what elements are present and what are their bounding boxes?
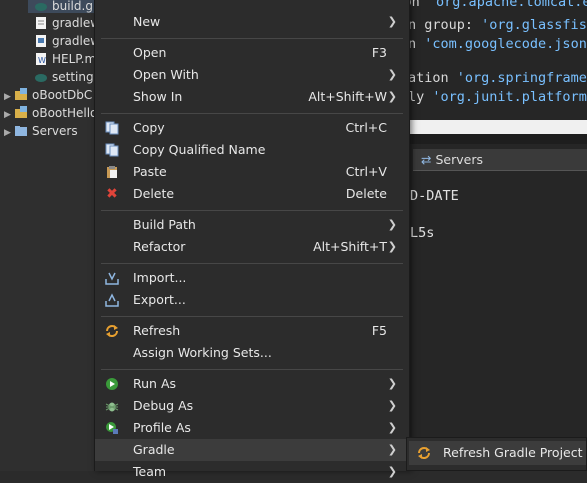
menu-item-delete[interactable]: ✖ Delete Delete [95,183,409,205]
console-line: D-DATE [410,188,459,204]
delete-icon: ✖ [106,186,118,202]
menu-item-import[interactable]: Import... [95,267,409,289]
tree-item-servers[interactable]: ▶ Servers [4,122,78,140]
menu-item-copy[interactable]: Copy Ctrl+C [95,117,409,139]
tree-item-gradlew-bat[interactable]: gradlew [34,32,100,50]
copy-icon [105,143,119,157]
menu-item-paste[interactable]: Paste Ctrl+V [95,161,409,183]
submenu-arrow-icon: ❯ [387,443,397,456]
run-icon [106,378,118,390]
code-line: ly 'org.junit.platform [408,89,587,105]
gradle-submenu: Refresh Gradle Project [406,437,587,471]
import-icon [105,272,119,285]
menu-item-copy-qualified-name[interactable]: Copy Qualified Name [95,139,409,161]
menu-item-run-as[interactable]: Run As ❯ [95,373,409,395]
menu-separator [101,38,403,39]
code-line: ation 'org.springframe [408,70,587,86]
tree-item-help-md[interactable]: W HELP.m [34,50,96,68]
submenu-arrow-icon: ❯ [387,90,397,103]
servers-icon: ⇄ [421,152,432,167]
submenu-arrow-icon: ❯ [387,377,397,390]
submenu-arrow-icon: ❯ [387,15,397,28]
menu-separator [101,316,403,317]
menu-item-team[interactable]: Team ❯ [95,461,409,483]
context-menu: New ❯ Open F3 Open With ❯ Show In Alt+Sh… [94,0,410,479]
menu-item-open-with[interactable]: Open With ❯ [95,64,409,86]
refresh-gradle-icon [418,447,430,459]
expand-arrow-icon[interactable]: ▶ [4,124,14,142]
debug-icon [105,402,119,412]
gradle-elephant-icon [35,3,47,11]
menu-item-debug-as[interactable]: Debug As ❯ [95,395,409,417]
submenu-arrow-icon: ❯ [387,465,397,478]
menu-separator [101,369,403,370]
copy-icon [105,121,119,135]
submenu-arrow-icon: ❯ [387,68,397,81]
menu-item-build-path[interactable]: Build Path ❯ [95,214,409,236]
profile-icon [106,422,118,434]
menu-item-refresh[interactable]: Refresh F5 [95,320,409,342]
menu-item-show-in[interactable]: Show In Alt+Shift+W ❯ [95,86,409,108]
menu-separator [101,263,403,264]
tab-servers[interactable]: ⇄ Servers [413,149,587,171]
word-doc-icon: W [36,53,46,65]
menu-item-new[interactable]: New ❯ [95,11,409,33]
file-icon [36,35,46,47]
submenu-item-label: Refresh Gradle Project [443,445,583,460]
menu-item-open[interactable]: Open F3 [95,42,409,64]
tree-item-gradlew[interactable]: gradlew [34,14,100,32]
project-icon [15,106,27,118]
tree-item-obootdbc[interactable]: ▶ oBootDbC [4,86,92,104]
menu-item-assign-working-sets[interactable]: Assign Working Sets... [95,342,409,364]
submenu-arrow-icon: ❯ [387,218,397,231]
project-icon [15,88,27,100]
code-line: n 'com.googlecode.json [408,36,587,52]
menu-separator [101,113,403,114]
tree-item-settings-gradle[interactable]: settings [34,68,100,86]
file-icon [36,17,46,29]
refresh-icon [106,325,118,337]
submenu-arrow-icon: ❯ [387,399,397,412]
gradle-elephant-icon [35,74,47,82]
menu-separator [101,210,403,211]
submenu-arrow-icon: ❯ [387,421,397,434]
menu-item-export[interactable]: Export... [95,289,409,311]
menu-item-refactor[interactable]: Refactor Alt+Shift+T ❯ [95,236,409,258]
menu-item-gradle[interactable]: Gradle ❯ [95,439,409,461]
tree-item-oboothello[interactable]: ▶ oBootHello [4,104,97,122]
svg-text:W: W [38,56,46,65]
console-line: L5s [410,225,435,241]
submenu-arrow-icon: ❯ [387,240,397,253]
folder-icon [15,126,27,136]
menu-item-profile-as[interactable]: Profile As ❯ [95,417,409,439]
paste-icon [107,166,117,178]
export-icon [105,293,119,307]
code-line: n group: 'org.glassfis [408,17,587,33]
